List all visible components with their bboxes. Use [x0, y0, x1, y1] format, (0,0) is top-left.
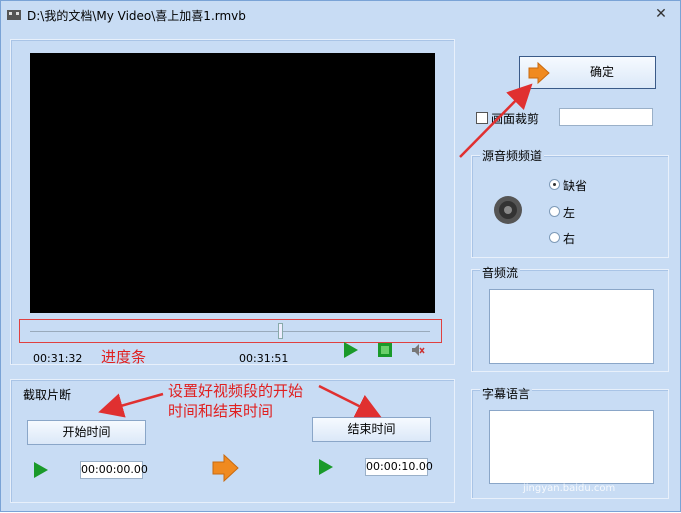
dialog-window: D:\我的文档\My Video\喜上加喜1.rmvb ✕ 00:31:32 进…	[0, 0, 681, 512]
arrow-to-start	[98, 392, 164, 418]
annotation-arrows	[98, 83, 533, 418]
arrow-to-confirm	[459, 83, 533, 158]
arrow-to-end	[318, 384, 382, 418]
